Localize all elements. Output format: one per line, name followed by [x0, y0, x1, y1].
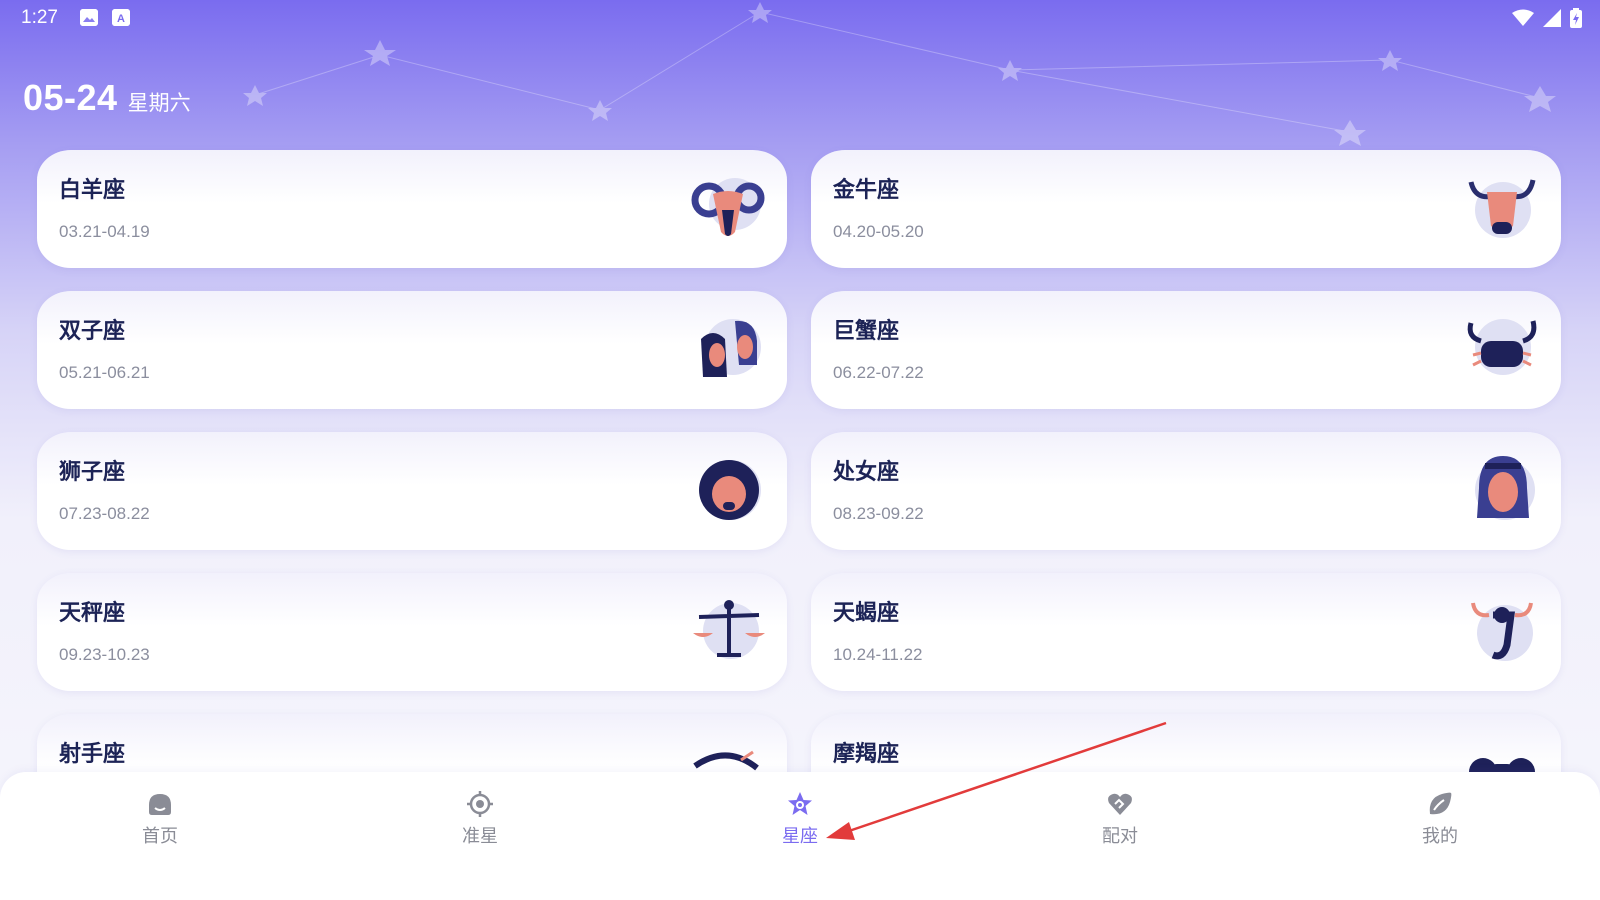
zodiac-date-range: 09.23-10.23 [59, 645, 150, 664]
zodiac-name: 天秤座 [59, 601, 126, 626]
zodiac-date-range: 08.23-09.22 [833, 504, 924, 523]
image-icon [80, 9, 98, 26]
home-icon [149, 794, 171, 815]
zodiac-date-range: 10.24-11.22 [833, 645, 923, 664]
nav-item-home[interactable]: 首页 [0, 790, 320, 900]
zodiac-date-range: 04.20-05.20 [833, 222, 924, 241]
profile-leaf-icon [1429, 792, 1452, 815]
nav-item-constellation[interactable]: 星座 [640, 790, 960, 900]
status-time: 1:27 [21, 7, 58, 28]
battery-charging-icon [1570, 8, 1582, 28]
libra-scales-icon [693, 600, 765, 659]
zodiac-name: 狮子座 [59, 460, 126, 485]
svg-text:A: A [117, 13, 125, 25]
gemini-twins-icon [701, 319, 761, 377]
date-text: 05-24 [23, 77, 118, 118]
zodiac-date-range: 05.21-06.21 [59, 363, 150, 382]
zodiac-name: 处女座 [833, 460, 900, 485]
nav-label: 配对 [1102, 826, 1138, 847]
taurus-bull-icon [1468, 179, 1536, 238]
zodiac-card-aries[interactable]: 白羊座 03.21-04.19 [37, 150, 787, 268]
zodiac-name: 白羊座 [59, 178, 126, 203]
virgo-maiden-icon [1475, 456, 1535, 520]
wifi-icon [1512, 9, 1534, 26]
aries-ram-icon [691, 178, 765, 236]
nav-label: 星座 [782, 826, 818, 847]
zodiac-name: 金牛座 [833, 178, 900, 203]
zodiac-card-libra[interactable]: 天秤座 09.23-10.23 [37, 573, 787, 691]
zodiac-card-taurus[interactable]: 金牛座 04.20-05.20 [811, 150, 1561, 268]
zodiac-name: 射手座 [59, 742, 126, 767]
nav-label: 准星 [462, 826, 498, 847]
zodiac-card-leo[interactable]: 狮子座 07.23-08.22 [37, 432, 787, 550]
zodiac-name: 双子座 [59, 319, 126, 344]
signal-icon [1543, 9, 1561, 27]
date-header: 05-24 星期六 [23, 77, 191, 119]
cancer-crab-icon [1467, 319, 1537, 375]
weekday-text: 星期六 [127, 91, 191, 115]
zodiac-card-gemini[interactable]: 双子座 05.21-06.21 [37, 291, 787, 409]
status-bar: 1:27 A [0, 0, 1600, 36]
zodiac-card-virgo[interactable]: 处女座 08.23-09.22 [811, 432, 1561, 550]
nav-label: 我的 [1422, 826, 1458, 847]
zodiac-date-range: 03.21-04.19 [59, 222, 150, 241]
scorpio-scorpion-icon [1471, 602, 1533, 661]
crosshair-icon [467, 791, 493, 817]
zodiac-name: 巨蟹座 [833, 319, 900, 344]
nav-item-profile[interactable]: 我的 [1280, 790, 1600, 900]
nav-label: 首页 [142, 826, 178, 847]
nav-item-crosshair[interactable]: 准星 [320, 790, 640, 900]
zodiac-date-range: 07.23-08.22 [59, 504, 150, 523]
zodiac-name: 摩羯座 [833, 742, 900, 767]
nav-item-pair[interactable]: 配对 [960, 790, 1280, 900]
a-icon: A [112, 9, 130, 26]
pair-heart-icon [1108, 793, 1132, 815]
bottom-nav: 首页 准星 星座 配对 我的 [0, 790, 1600, 900]
zodiac-card-scorpio[interactable]: 天蝎座 10.24-11.22 [811, 573, 1561, 691]
zodiac-card-cancer[interactable]: 巨蟹座 06.22-07.22 [811, 291, 1561, 409]
constellation-star-icon [788, 792, 812, 815]
zodiac-date-range: 06.22-07.22 [833, 363, 924, 382]
zodiac-name: 天蝎座 [833, 601, 900, 626]
leo-lion-icon [699, 460, 761, 520]
